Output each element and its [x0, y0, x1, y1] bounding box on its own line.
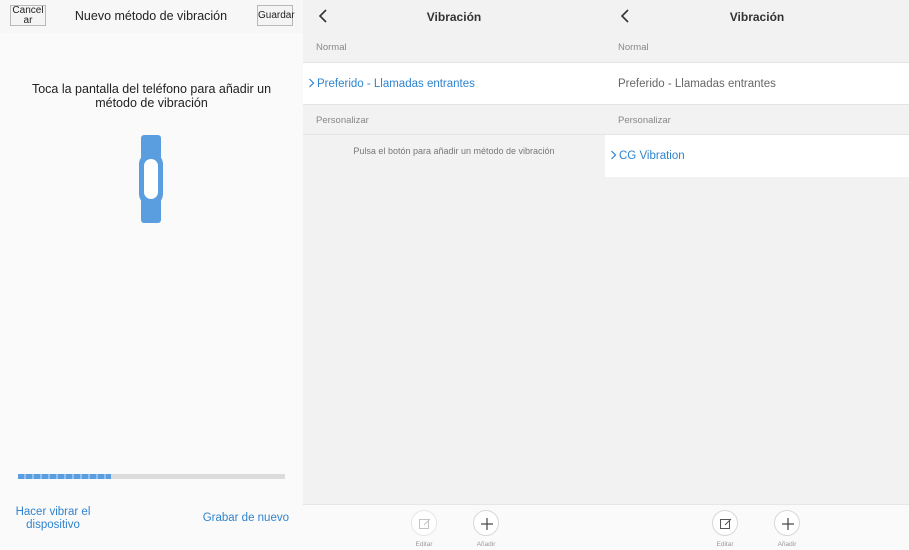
edit-icon	[720, 518, 732, 529]
page-title: Vibración	[729, 10, 785, 24]
bottom-toolbar: Editar Añadir	[303, 504, 605, 550]
save-button[interactable]: Guardar	[257, 5, 295, 26]
section-custom-header: Personalizar	[605, 106, 909, 136]
header-bar: Vibración	[303, 0, 605, 33]
add-button[interactable]: Añadir	[772, 510, 802, 548]
header-bar: Cancelar Nuevo método de vibración Guard…	[0, 0, 303, 33]
bottom-toolbar: Editar Añadir	[605, 504, 909, 550]
section-custom-header: Personalizar	[303, 106, 605, 136]
add-label: Añadir	[476, 541, 496, 548]
edit-button[interactable]: Editar	[409, 510, 439, 548]
band-icon	[139, 135, 163, 223]
add-label: Añadir	[777, 541, 797, 548]
empty-hint-text: Pulsa el botón para añadir un método de …	[353, 146, 555, 156]
divider	[303, 134, 605, 135]
vibrate-device-link[interactable]: Hacer vibrar el dispositivo	[14, 506, 92, 532]
page-title: Nuevo método de vibración	[74, 9, 228, 23]
list-item-custom[interactable]: CG Vibration	[605, 135, 909, 177]
section-normal-header: Normal	[303, 33, 605, 63]
chevron-right-icon	[611, 150, 617, 160]
vibration-screen-empty: Vibración Normal Preferido - Llamadas en…	[303, 0, 605, 550]
edit-label: Editar	[415, 541, 433, 548]
section-normal-header: Normal	[605, 33, 909, 63]
list-item-label: Preferido - Llamadas entrantes	[317, 78, 475, 90]
vibration-screen-custom: Vibración Normal Preferido - Llamadas en…	[605, 0, 909, 550]
edit-button[interactable]: Editar	[710, 510, 740, 548]
list-item-label: Preferido - Llamadas entrantes	[618, 78, 776, 90]
edit-label: Editar	[716, 541, 734, 548]
page-title: Vibración	[426, 10, 482, 24]
cancel-button[interactable]: Cancelar	[10, 5, 46, 26]
edit-icon	[419, 518, 431, 529]
divider	[605, 104, 909, 105]
new-vibration-screen: Cancelar Nuevo método de vibración Guard…	[0, 0, 303, 550]
list-item-preferred[interactable]: Preferido - Llamadas entrantes	[605, 63, 909, 105]
recording-progress-bar	[18, 474, 285, 479]
divider	[303, 104, 605, 105]
recording-area[interactable]: Toca la pantalla del teléfono para añadi…	[0, 33, 303, 550]
instruction-text: Toca la pantalla del teléfono para añadi…	[31, 82, 272, 110]
header-bar: Vibración	[605, 0, 909, 33]
chevron-right-icon	[309, 78, 315, 88]
progress-fill	[18, 474, 112, 479]
record-again-link[interactable]: Grabar de nuevo	[203, 512, 289, 524]
list-item-label: CG Vibration	[619, 150, 685, 162]
list-item-preferred[interactable]: Preferido - Llamadas entrantes	[303, 63, 605, 105]
plus-icon	[481, 518, 493, 530]
plus-icon	[782, 518, 794, 530]
add-button[interactable]: Añadir	[471, 510, 501, 548]
